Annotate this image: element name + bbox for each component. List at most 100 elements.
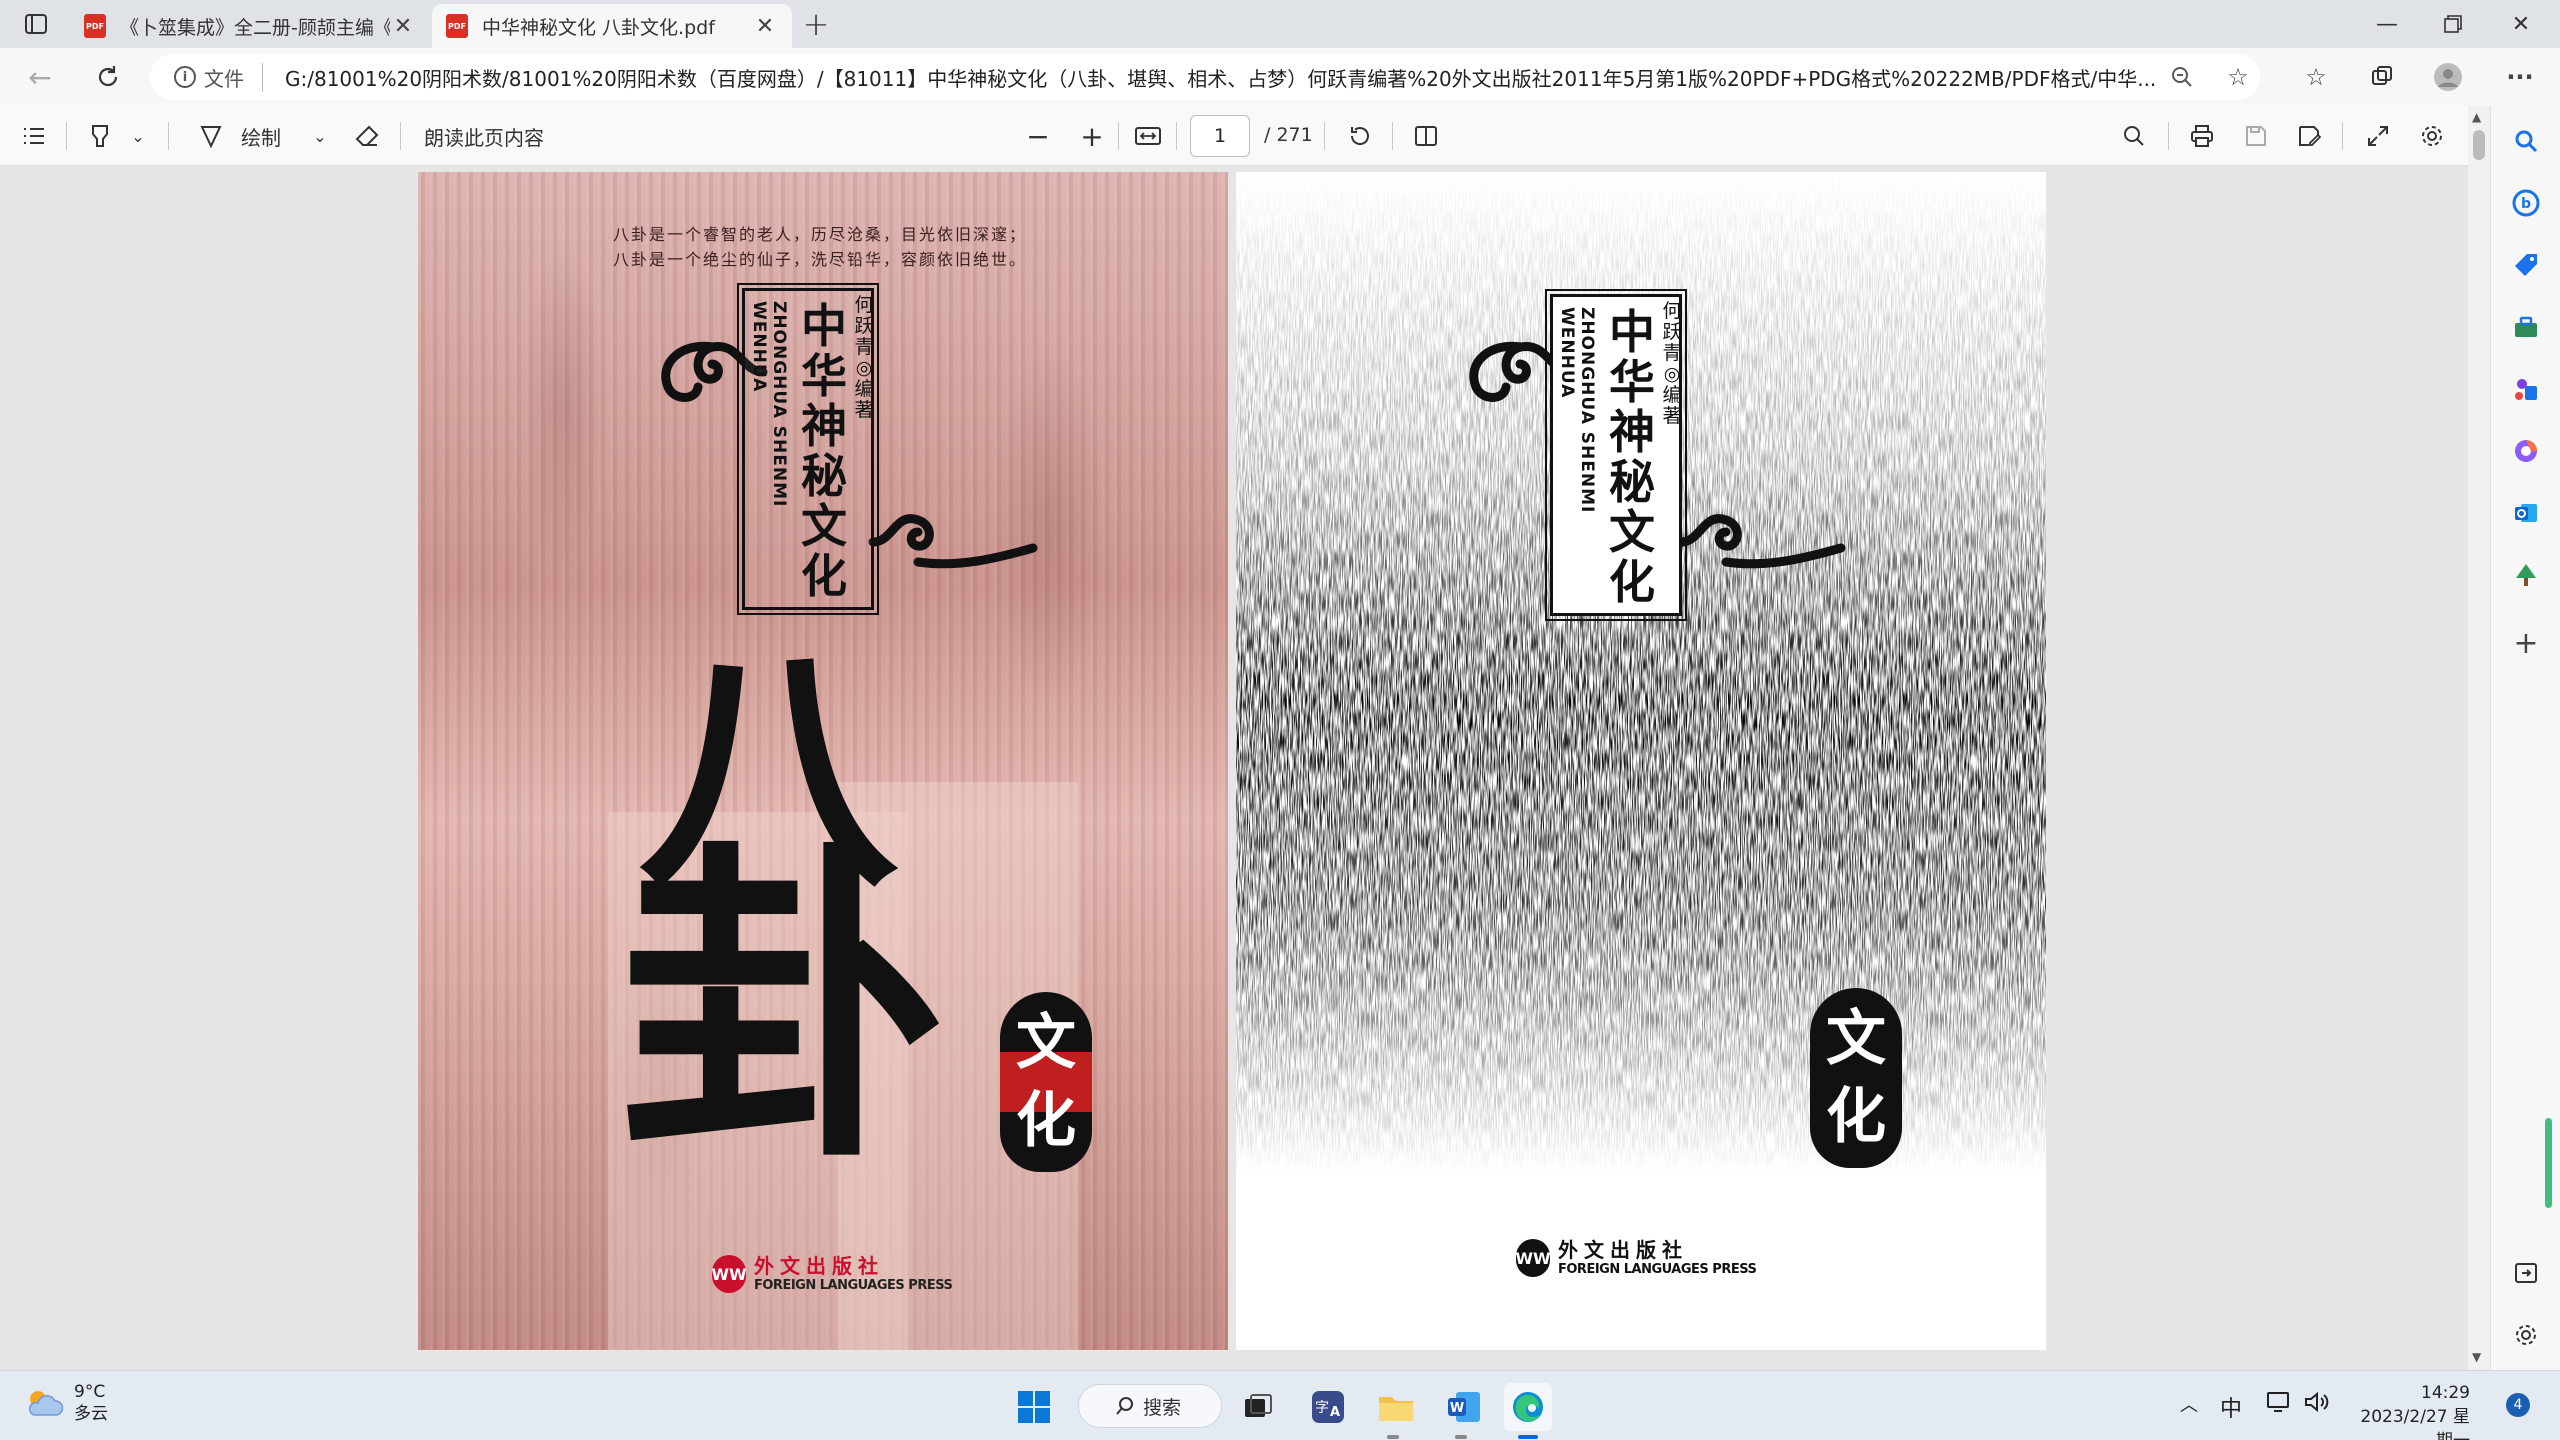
weather-temp: 9°C bbox=[74, 1382, 106, 1402]
task-view-button[interactable] bbox=[1234, 1383, 1282, 1431]
page-total: / 271 bbox=[1264, 124, 1313, 146]
taskbar-search[interactable]: 搜索 bbox=[1078, 1384, 1222, 1428]
show-hidden-icons-button[interactable]: ︿ bbox=[2180, 1391, 2198, 1417]
pdf-page-scan: ZHONGHUA SHENMI WENHUA 中华神秘文化 何跃青 ◎ 编著 文 化… bbox=[1236, 172, 2046, 1350]
add-sidebar-app-icon[interactable]: + bbox=[2509, 626, 2543, 661]
refresh-icon bbox=[98, 66, 118, 87]
scrollbar-thumb[interactable] bbox=[2473, 130, 2485, 160]
sidebar-settings-icon[interactable] bbox=[2509, 1318, 2543, 1352]
tree-icon[interactable] bbox=[2509, 558, 2543, 592]
translator-icon: 字A bbox=[1312, 1391, 1344, 1423]
add-favorite-icon[interactable]: ☆ bbox=[2218, 58, 2258, 96]
bing-chat-icon[interactable]: b bbox=[2509, 186, 2543, 220]
running-app-indicator bbox=[1387, 1435, 1399, 1439]
tab-actions-button[interactable] bbox=[14, 8, 58, 40]
scan-author: 何跃青 ◎ 编著 bbox=[1662, 300, 1682, 427]
tools-icon[interactable] bbox=[2509, 310, 2543, 344]
scan-publisher-name-cn: 外文出版社 bbox=[1558, 1238, 1688, 1262]
system-clock[interactable]: 14:29 2023/2/27 星期一 bbox=[2350, 1381, 2470, 1440]
read-aloud-button[interactable]: 朗读此页内容 bbox=[424, 118, 564, 154]
find-icon[interactable] bbox=[2116, 118, 2152, 154]
poem-line: 八卦是一个绝尘的仙子，洗尽铅华，容颜依旧绝世。 bbox=[613, 250, 1028, 269]
save-as-icon[interactable] bbox=[2292, 118, 2328, 154]
address-bar: ← i 文件 G:/81001%20阴阳术数/81001%20阴阳术数（百度网盘… bbox=[0, 48, 2560, 106]
more-options-icon[interactable]: ··· bbox=[2500, 58, 2540, 96]
eraser-icon[interactable] bbox=[352, 118, 382, 154]
clock-date: 2023/2/27 星期一 bbox=[2360, 1407, 2470, 1440]
page-view-icon[interactable] bbox=[1408, 118, 1444, 154]
start-button[interactable] bbox=[1010, 1383, 1058, 1431]
svg-text:A: A bbox=[1330, 1405, 1340, 1420]
folder-icon bbox=[1379, 1397, 1413, 1421]
minimize-button[interactable]: — bbox=[2354, 0, 2420, 48]
url-text[interactable]: G:/81001%20阴阳术数/81001%20阴阳术数（百度网盘）/【8101… bbox=[285, 63, 2155, 92]
office-icon[interactable] bbox=[2509, 434, 2543, 468]
publisher-logo: WW bbox=[711, 1255, 747, 1293]
wenhua-seal: 文 化 bbox=[1000, 992, 1092, 1172]
rotate-icon[interactable] bbox=[1342, 118, 1378, 154]
tab-bushi-jicheng[interactable]: PDF 《卜筮集成》全二册-顾颉主编《 ✕ bbox=[70, 4, 430, 48]
zoom-out-button[interactable]: − bbox=[1022, 118, 1054, 154]
word-icon: W bbox=[1448, 1392, 1480, 1422]
tab-title: 《卜筮集成》全二册-顾颉主编《 bbox=[120, 16, 390, 39]
scan-publisher-name-en: FOREIGN LANGUAGES PRESS bbox=[1558, 1262, 1757, 1277]
settings-icon[interactable] bbox=[2414, 118, 2450, 154]
fit-to-width-icon[interactable] bbox=[1130, 118, 1166, 154]
refresh-button[interactable] bbox=[88, 58, 128, 96]
clock-time: 14:29 bbox=[2421, 1383, 2470, 1403]
edge-app-button[interactable] bbox=[1504, 1383, 1552, 1431]
split-screen-icon[interactable] bbox=[2509, 1256, 2543, 1290]
zoom-in-button[interactable]: + bbox=[1076, 118, 1108, 154]
url-input[interactable]: i 文件 G:/81001%20阴阳术数/81001%20阴阳术数（百度网盘）/… bbox=[150, 54, 2260, 100]
sidebar-indicator bbox=[2545, 1118, 2552, 1208]
draw-dropdown-icon[interactable]: ⌄ bbox=[308, 118, 332, 154]
scroll-up-icon[interactable]: ▲ bbox=[2472, 110, 2481, 124]
maximize-button[interactable] bbox=[2420, 0, 2486, 48]
profile-avatar[interactable] bbox=[2428, 58, 2468, 96]
word-app-button[interactable]: W bbox=[1440, 1383, 1488, 1431]
draw-icon[interactable] bbox=[196, 118, 226, 154]
pdf-toolbar: ⌄ 绘制 ⌄ 朗读此页内容 − + 1 / 271 bbox=[0, 106, 2560, 166]
tab-bagua-wenhua[interactable]: PDF 中华神秘文化 八卦文化.pdf ✕ bbox=[432, 4, 792, 48]
close-window-button[interactable]: ✕ bbox=[2488, 0, 2554, 48]
cloud-ornament-icon bbox=[1676, 514, 1846, 569]
shopping-tag-icon[interactable] bbox=[2509, 248, 2543, 282]
ime-indicator[interactable]: 中 bbox=[2220, 1391, 2242, 1423]
tab-close-button[interactable]: ✕ bbox=[752, 14, 778, 39]
cover-pinyin: ZHONGHUA SHENMI WENHUA bbox=[749, 301, 789, 508]
new-tab-button[interactable]: + bbox=[796, 6, 836, 42]
zoom-icon[interactable] bbox=[2162, 58, 2202, 96]
favorites-icon[interactable]: ☆ bbox=[2296, 58, 2336, 96]
tab-close-button[interactable]: ✕ bbox=[390, 14, 416, 39]
scroll-down-icon[interactable]: ▼ bbox=[2472, 1350, 2481, 1364]
info-icon[interactable]: i bbox=[174, 66, 196, 88]
back-button[interactable]: ← bbox=[20, 58, 60, 96]
translator-app-button[interactable]: 字A bbox=[1304, 1383, 1352, 1431]
poem-line: 八卦是一个睿智的老人，历尽沧桑，目光依旧深邃； bbox=[613, 225, 1028, 244]
outlook-icon[interactable] bbox=[2509, 496, 2543, 530]
save-icon[interactable] bbox=[2238, 118, 2274, 154]
highlight-icon[interactable] bbox=[82, 118, 118, 154]
draw-button[interactable]: 绘制 bbox=[236, 118, 286, 154]
cover-big-char-gua: 卦 bbox=[618, 813, 948, 1201]
network-icon[interactable] bbox=[2266, 1391, 2292, 1419]
games-icon[interactable] bbox=[2509, 372, 2543, 406]
pdf-viewer[interactable]: 八卦是一个睿智的老人，历尽沧桑，目光依旧深邃； 八卦是一个绝尘的仙子，洗尽铅华，… bbox=[0, 166, 2468, 1370]
search-icon[interactable] bbox=[2509, 124, 2543, 158]
vertical-scrollbar[interactable]: ▲ ▼ bbox=[2468, 106, 2490, 1370]
volume-icon[interactable] bbox=[2304, 1391, 2330, 1419]
weather-widget[interactable]: 9°C 多云 bbox=[24, 1381, 108, 1425]
highlight-dropdown-icon[interactable]: ⌄ bbox=[126, 118, 150, 154]
search-icon bbox=[1116, 1397, 1133, 1415]
pdf-page-cover: 八卦是一个睿智的老人，历尽沧桑，目光依旧深邃； 八卦是一个绝尘的仙子，洗尽铅华，… bbox=[418, 172, 1228, 1350]
cloud-ornament-icon bbox=[868, 514, 1038, 569]
collections-icon[interactable] bbox=[2362, 58, 2402, 96]
file-explorer-button[interactable] bbox=[1372, 1383, 1420, 1431]
fullscreen-icon[interactable] bbox=[2360, 118, 2396, 154]
page-number-input[interactable]: 1 bbox=[1190, 115, 1250, 157]
notification-badge[interactable]: 4 bbox=[2506, 1393, 2530, 1417]
contents-icon[interactable] bbox=[16, 118, 52, 154]
print-icon[interactable] bbox=[2184, 118, 2220, 154]
weather-desc: 多云 bbox=[74, 1404, 108, 1424]
cover-title: 中华神秘文化 bbox=[801, 299, 847, 603]
